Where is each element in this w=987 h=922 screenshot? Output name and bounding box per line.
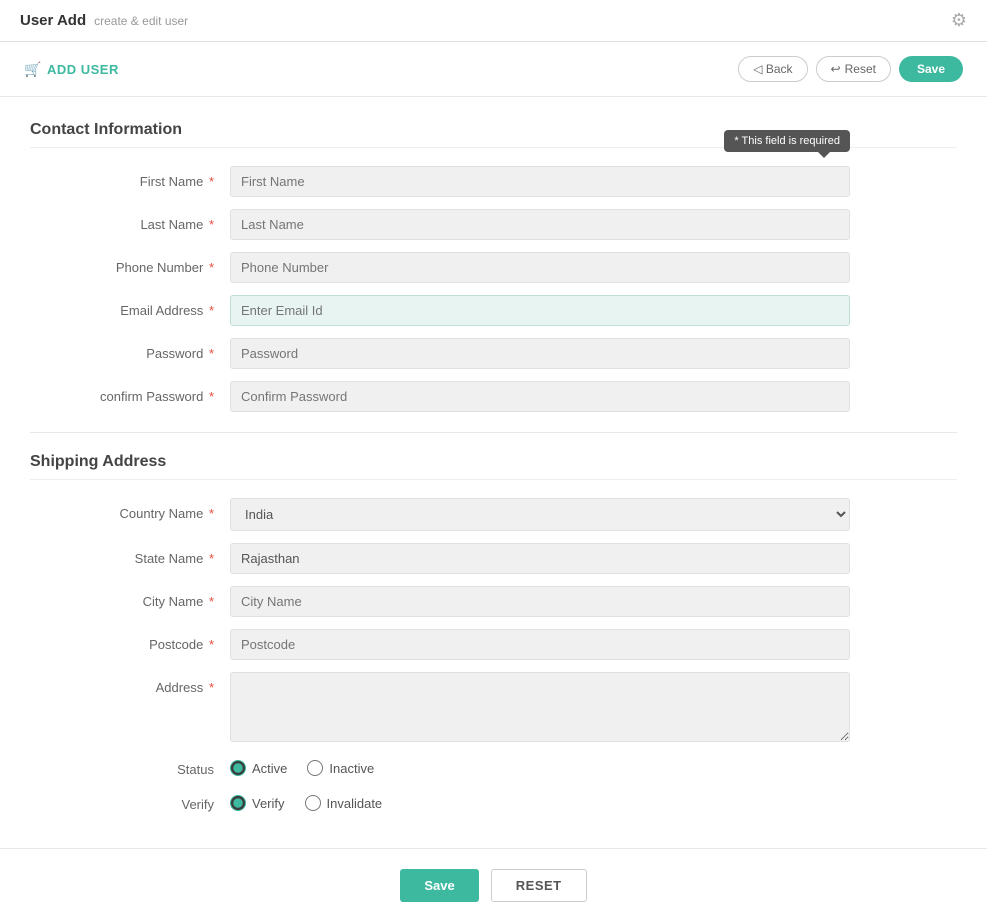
save-top-button[interactable]: Save xyxy=(899,56,963,82)
verify-option-label: Verify xyxy=(252,796,285,811)
reset-button[interactable]: ↩ Reset xyxy=(816,56,891,82)
back-arrow-icon: ◁ xyxy=(753,62,762,76)
first-name-group: First Name * * This field is required xyxy=(30,166,957,197)
password-label: Password * xyxy=(30,338,230,361)
cart-icon: 🛒 xyxy=(24,61,42,78)
last-name-label: Last Name * xyxy=(30,209,230,232)
status-group: Status Active Inactive xyxy=(30,754,957,777)
verify-radio-group: Verify Invalidate xyxy=(230,789,382,811)
add-user-button[interactable]: 🛒 ADD USER xyxy=(24,61,119,78)
address-label: Address * xyxy=(30,672,230,695)
address-textarea[interactable] xyxy=(230,672,850,742)
shipping-section-title: Shipping Address xyxy=(30,453,957,480)
reset-icon: ↩ xyxy=(831,62,841,76)
confirm-password-group: confirm Password * xyxy=(30,381,957,412)
postcode-group: Postcode * xyxy=(30,629,957,660)
settings-icon[interactable]: ⚙ xyxy=(951,10,967,31)
status-radio-group: Active Inactive xyxy=(230,754,374,776)
country-label: Country Name * xyxy=(30,498,230,521)
country-group: Country Name * India USA UK Canada Austr… xyxy=(30,498,957,531)
top-bar: User Add create & edit user ⚙ xyxy=(0,0,987,42)
password-input[interactable] xyxy=(230,338,850,369)
invalidate-option-label: Invalidate xyxy=(327,796,383,811)
bottom-actions: Save RESET xyxy=(0,848,987,922)
back-button[interactable]: ◁ Back xyxy=(738,56,807,82)
email-group: Email Address * xyxy=(30,295,957,326)
contact-section-title: Contact Information xyxy=(30,121,957,148)
verify-option[interactable]: Verify xyxy=(230,795,285,811)
confirm-password-label: confirm Password * xyxy=(30,381,230,404)
top-bar-left: User Add create & edit user xyxy=(20,12,188,29)
last-name-group: Last Name * xyxy=(30,209,957,240)
state-label: State Name * xyxy=(30,543,230,566)
main-content: Contact Information First Name * * This … xyxy=(0,97,987,848)
first-name-label: First Name * xyxy=(30,166,230,189)
email-input[interactable] xyxy=(230,295,850,326)
address-group: Address * xyxy=(30,672,957,742)
first-name-input[interactable] xyxy=(230,166,850,197)
verify-radio[interactable] xyxy=(230,795,246,811)
status-label: Status xyxy=(30,754,230,777)
city-input[interactable] xyxy=(230,586,850,617)
status-active-radio[interactable] xyxy=(230,760,246,776)
verify-label: Verify xyxy=(30,789,230,812)
save-bottom-button[interactable]: Save xyxy=(400,869,478,902)
phone-group: Phone Number * xyxy=(30,252,957,283)
postcode-label: Postcode * xyxy=(30,629,230,652)
password-group: Password * xyxy=(30,338,957,369)
add-user-label: ADD USER xyxy=(47,62,119,77)
email-label: Email Address * xyxy=(30,295,230,318)
section-divider xyxy=(30,432,957,433)
city-group: City Name * xyxy=(30,586,957,617)
last-name-input[interactable] xyxy=(230,209,850,240)
reset-bottom-button[interactable]: RESET xyxy=(491,869,587,902)
page-subtitle: create & edit user xyxy=(94,14,188,28)
phone-input[interactable] xyxy=(230,252,850,283)
verify-group: Verify Verify Invalidate xyxy=(30,789,957,812)
invalidate-radio[interactable] xyxy=(305,795,321,811)
postcode-input[interactable] xyxy=(230,629,850,660)
status-inactive-label: Inactive xyxy=(329,761,374,776)
status-inactive-radio[interactable] xyxy=(307,760,323,776)
toolbar: 🛒 ADD USER ◁ Back ↩ Reset Save xyxy=(0,42,987,97)
toolbar-actions: ◁ Back ↩ Reset Save xyxy=(738,56,963,82)
phone-label: Phone Number * xyxy=(30,252,230,275)
invalidate-option[interactable]: Invalidate xyxy=(305,795,383,811)
page-title: User Add xyxy=(20,12,86,29)
state-input[interactable] xyxy=(230,543,850,574)
country-select[interactable]: India USA UK Canada Australia xyxy=(230,498,850,531)
status-active-label: Active xyxy=(252,761,287,776)
city-label: City Name * xyxy=(30,586,230,609)
status-inactive-option[interactable]: Inactive xyxy=(307,760,374,776)
confirm-password-input[interactable] xyxy=(230,381,850,412)
state-group: State Name * xyxy=(30,543,957,574)
first-name-input-container: * This field is required xyxy=(230,166,850,197)
required-star: * xyxy=(209,174,214,189)
status-active-option[interactable]: Active xyxy=(230,760,287,776)
